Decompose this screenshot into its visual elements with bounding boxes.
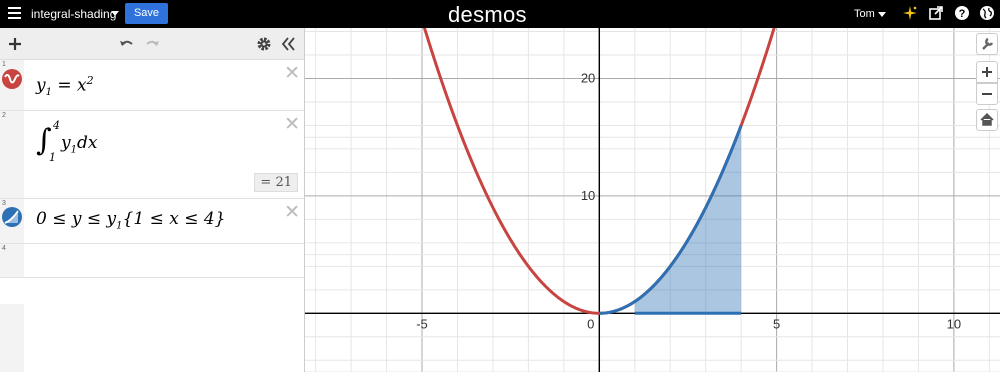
zoom-in-icon[interactable] <box>976 61 998 83</box>
expression-toolbar <box>0 28 304 60</box>
expression-math-3[interactable]: 0 ≤ y ≤ y1{1 ≤ x ≤ 4} <box>36 209 226 231</box>
caret-down-icon[interactable] <box>111 11 119 16</box>
gear-icon[interactable] <box>256 36 272 52</box>
y-tick-label: 20 <box>581 70 595 85</box>
expression-number: 2 <box>2 112 6 119</box>
x-tick-label: 5 <box>773 316 780 331</box>
close-icon[interactable]: ✕ <box>284 64 300 83</box>
close-icon[interactable]: ✕ <box>284 203 300 222</box>
wrench-icon[interactable] <box>976 33 998 55</box>
help-icon[interactable]: ? <box>954 5 970 21</box>
graph-paper[interactable]: -5 0 5 10 10 20 <box>305 28 1000 372</box>
expression-gutter: 4 <box>0 244 24 277</box>
graph-curve-icon[interactable] <box>2 69 22 89</box>
y-tick-label: 10 <box>581 188 595 203</box>
close-icon[interactable]: ✕ <box>284 115 300 134</box>
expression-gutter <box>0 304 24 372</box>
x-tick-label: 10 <box>947 316 961 331</box>
expression-row-4[interactable]: 4 <box>0 244 304 278</box>
home-icon[interactable] <box>976 109 998 131</box>
expression-number: 4 <box>2 245 6 252</box>
sparkle-icon[interactable] <box>902 5 918 21</box>
share-icon[interactable] <box>928 5 944 21</box>
x-tick-label: -5 <box>416 316 428 331</box>
svg-text:?: ? <box>959 8 966 20</box>
graph-canvas[interactable]: -5 0 5 10 10 20 <box>305 28 1000 372</box>
expression-row-2[interactable]: 2 ∫ 4 1 y1dx = 21 ✕ <box>0 111 304 199</box>
user-menu[interactable]: Tom <box>854 8 875 20</box>
expression-row-1[interactable]: 1 y1 = x2 ✕ <box>0 60 304 111</box>
integral-result: = 21 <box>254 173 298 192</box>
redo-icon[interactable] <box>144 36 160 52</box>
expression-number: 1 <box>2 61 6 68</box>
header-bar: integral-shading Save desmos Tom ? <box>0 0 1000 28</box>
graph-title[interactable]: integral-shading <box>31 7 116 21</box>
expression-row-3[interactable]: 3 0 ≤ y ≤ y1{1 ≤ x ≤ 4} ✕ <box>0 199 304 244</box>
undo-icon[interactable] <box>119 36 135 52</box>
plus-icon[interactable] <box>7 36 23 52</box>
expression-math-2[interactable]: ∫ 4 1 y1dx <box>36 119 156 169</box>
save-button[interactable]: Save <box>125 3 168 24</box>
double-chevron-left-icon[interactable] <box>280 36 296 52</box>
x-tick-label: 0 <box>587 316 594 331</box>
desmos-logo: desmos <box>448 2 527 27</box>
hamburger-menu-icon[interactable] <box>8 7 21 21</box>
expression-number: 3 <box>2 200 6 207</box>
globe-icon[interactable] <box>979 5 995 21</box>
expression-panel: 1 y1 = x2 ✕ 2 ∫ 4 1 y1dx = 21 ✕ 3 0 ≤ y … <box>0 28 305 372</box>
expression-gutter: 1 <box>0 60 24 110</box>
expression-gutter: 2 <box>0 111 24 198</box>
expression-math-1[interactable]: y1 = x2 <box>36 74 94 98</box>
expression-gutter: 3 <box>0 199 24 243</box>
zoom-out-icon[interactable] <box>976 83 998 105</box>
shaded-region-icon[interactable] <box>2 207 22 227</box>
caret-down-icon[interactable] <box>878 12 886 17</box>
